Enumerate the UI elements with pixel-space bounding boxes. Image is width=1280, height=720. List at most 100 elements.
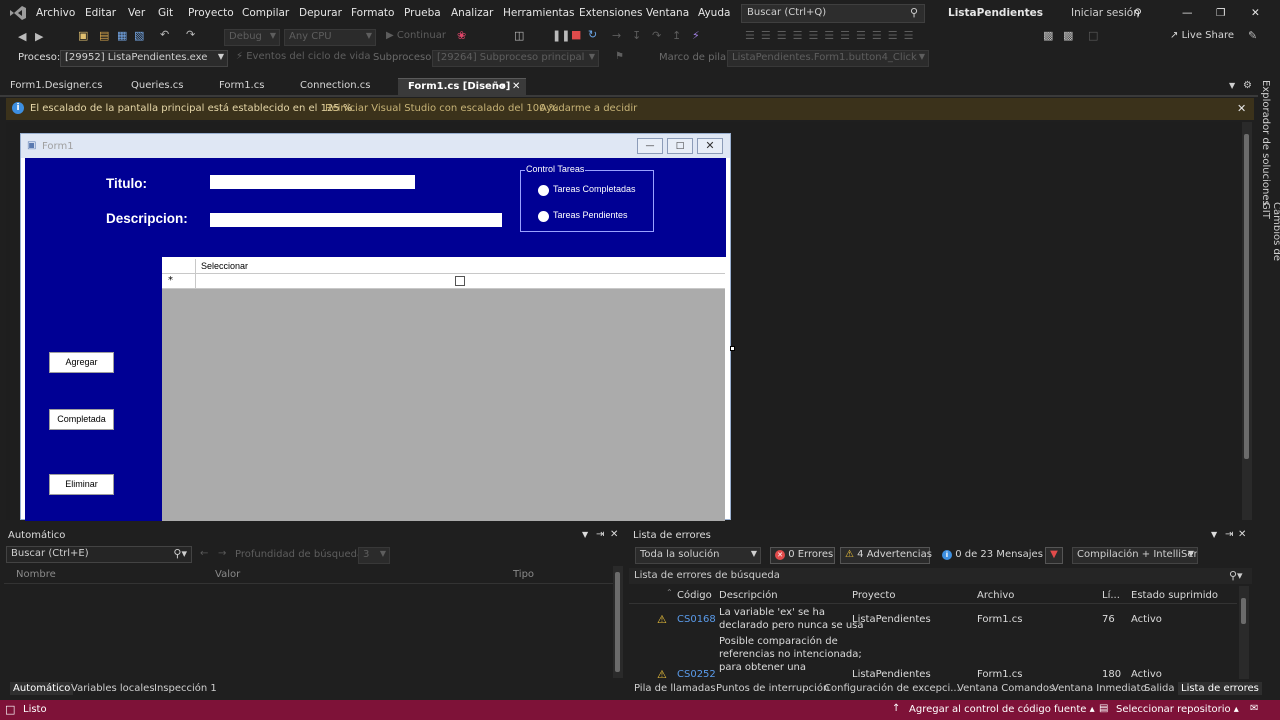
stop-icon[interactable]: ■ [571, 28, 581, 41]
autos-close-icon[interactable]: ✕ [610, 529, 618, 540]
menu-ventana[interactable]: Ventana [646, 7, 689, 19]
btab-lista-errores[interactable]: Lista de errores [1178, 682, 1262, 695]
add-to-source-control-button[interactable]: Agregar al control de código fuente ▴ [909, 704, 1095, 715]
forward-icon[interactable]: ▶ [35, 30, 43, 43]
designer-scroll-thumb[interactable] [1244, 134, 1249, 459]
table-row[interactable]: ⚠ CS0168 La variable 'ex' se ha declarad… [629, 605, 1237, 631]
notifications-bell-icon[interactable]: ✉ [1250, 703, 1258, 714]
save-icon[interactable]: ▦ [117, 29, 127, 42]
row-code[interactable]: CS0168 [677, 614, 716, 625]
back-icon[interactable]: ◀ [18, 30, 26, 43]
menu-compilar[interactable]: Compilar [242, 7, 289, 19]
col-estado-suprimido[interactable]: Estado suprimido [1131, 590, 1218, 601]
tab-form1-cs[interactable]: Form1.cs [209, 78, 274, 95]
col-proyecto[interactable]: Proyecto [852, 590, 895, 601]
autos-dropdown-icon[interactable]: ▼ [582, 530, 588, 539]
form-maximize-icon[interactable]: □ [667, 138, 693, 154]
step-out-icon[interactable]: ↥ [672, 29, 681, 42]
menu-ayuda[interactable]: Ayuda [698, 7, 730, 19]
radio-completadas[interactable] [538, 185, 549, 196]
tab-queries-cs[interactable]: Queries.cs [121, 78, 194, 95]
grid-new-row[interactable]: * [162, 274, 725, 289]
undo-icon[interactable]: ↶ [160, 28, 169, 41]
error-list-scrollbar[interactable] [1239, 586, 1249, 679]
platform-dropdown[interactable]: Any CPU ▼ [284, 29, 376, 46]
col-codigo[interactable]: Código [677, 590, 712, 601]
menu-ver[interactable]: Ver [128, 7, 145, 19]
diagnostic-icon[interactable]: ⚡ [692, 29, 700, 42]
new-item-icon[interactable]: ▣ [78, 29, 88, 42]
live-share-button[interactable]: ↗ Live Share [1170, 30, 1234, 41]
btab-ventana-inmediato[interactable]: Ventana Inmediato [1052, 683, 1147, 694]
col-linea[interactable]: Lí... [1102, 590, 1120, 601]
row-code[interactable]: CS0252 [677, 669, 716, 679]
search-forward-icon[interactable]: → [218, 548, 226, 559]
build-filter-dropdown[interactable]: Compilación + IntelliSen ▼ [1072, 547, 1198, 564]
stack-frame-dropdown[interactable]: ListaPendientes.Form1.button4_Click ▼ [727, 50, 929, 67]
tab-list-dropdown-icon[interactable]: ▼ [1229, 81, 1235, 90]
menu-depurar[interactable]: Depurar [299, 7, 342, 19]
autos-scroll-thumb[interactable] [615, 572, 620, 672]
menu-prueba[interactable]: Prueba [404, 7, 441, 19]
select-repository-button[interactable]: Seleccionar repositorio ▴ [1116, 704, 1239, 715]
flag-icon[interactable]: ⚑ [615, 51, 624, 62]
warnings-filter-button[interactable]: ⚠ 4 Advertencias [840, 547, 932, 564]
hot-reload-icon[interactable]: ❀ [457, 29, 466, 42]
col-archivo[interactable]: Archivo [977, 590, 1014, 601]
menu-editar[interactable]: Editar [85, 7, 116, 19]
autos-pin-icon[interactable]: ⇥ [596, 529, 604, 540]
minimize-icon[interactable]: — [1182, 7, 1193, 19]
grid-column-seleccionar[interactable]: Seleccionar [201, 261, 248, 271]
btab-ventana-comandos[interactable]: Ventana Comandos [957, 683, 1054, 694]
seleccionar-checkbox[interactable] [455, 276, 465, 286]
visual-studio-logo[interactable] [9, 5, 27, 21]
search-back-icon[interactable]: ← [200, 548, 208, 559]
completada-button[interactable]: Completada [49, 409, 114, 430]
redo-icon[interactable]: ↷ [186, 28, 195, 41]
restart-scaling-link[interactable]: Reiniciar Visual Studio con escalado del… [325, 103, 558, 114]
side-tab-git-changes[interactable]: Cambios de GIT [1260, 202, 1280, 278]
menu-analizar[interactable]: Analizar [451, 7, 493, 19]
configuration-dropdown[interactable]: Debug ▼ [224, 29, 280, 46]
col-valor[interactable]: Valor [215, 569, 240, 580]
tasks-datagridview[interactable]: Seleccionar * [162, 259, 725, 521]
filter-icon[interactable]: ▼ [1045, 547, 1063, 564]
side-tab-solution-explorer[interactable]: Explorador de soluciones [1260, 80, 1271, 206]
output-window-icon[interactable]: □ [5, 703, 15, 716]
radio-pendientes[interactable] [538, 211, 549, 222]
col-descripcion[interactable]: Descripción [719, 590, 778, 601]
search-depth-dropdown[interactable]: 3 ▼ [358, 547, 390, 564]
process-dropdown[interactable]: [29952] ListaPendientes.exe ▼ [60, 50, 228, 67]
btab-pila-llamadas[interactable]: Pila de llamadas [634, 683, 716, 694]
btab-inspeccion-1[interactable]: Inspección 1 [154, 683, 217, 694]
error-search-input[interactable]: Lista de errores de búsqueda ⚲▾ [629, 568, 1252, 584]
show-next-statement-icon[interactable]: → [612, 29, 621, 42]
menu-formato[interactable]: Formato [351, 7, 394, 19]
settings-gear-icon[interactable]: ⚙ [1243, 80, 1252, 91]
layout-align-icons[interactable]: ☰☰☰☰☰☰☰☰☰☰☰ [745, 29, 919, 42]
btab-puntos-interrupcion[interactable]: Puntos de interrupción [716, 683, 829, 694]
restart-icon[interactable]: ↻ [588, 28, 597, 41]
col-nombre[interactable]: Nombre [16, 569, 56, 580]
error-list-close-icon[interactable]: ✕ [1238, 529, 1246, 540]
error-list-dropdown-icon[interactable]: ▼ [1211, 530, 1217, 539]
titulo-input[interactable] [210, 175, 415, 189]
error-list-pin-icon[interactable]: ⇥ [1225, 529, 1233, 540]
menu-archivo[interactable]: Archivo [36, 7, 75, 19]
menu-git[interactable]: Git [158, 7, 173, 19]
scope-dropdown[interactable]: Toda la solución ▼ [635, 547, 761, 564]
designer-scrollbar[interactable] [1242, 122, 1252, 520]
step-over-icon[interactable]: ↷ [652, 29, 661, 42]
agregar-button[interactable]: Agregar [49, 352, 114, 373]
form-minimize-icon[interactable]: — [637, 138, 663, 154]
maximize-icon[interactable]: ❐ [1216, 7, 1225, 19]
autos-scrollbar[interactable] [613, 566, 623, 678]
tab-connection-cs[interactable]: Connection.cs [290, 78, 380, 95]
close-tab-icon[interactable]: ✕ [512, 81, 520, 92]
menu-herramientas[interactable]: Herramientas [503, 7, 575, 19]
tab-form1-designer-cs[interactable]: Form1.Designer.cs [0, 78, 113, 95]
close-icon[interactable]: ✕ [1251, 7, 1260, 19]
search-input[interactable]: Buscar (Ctrl+Q) ⚲ [741, 4, 925, 23]
autos-search-input[interactable]: Buscar (Ctrl+E) ⚲▾ [6, 546, 192, 563]
resize-handle[interactable] [730, 346, 735, 351]
